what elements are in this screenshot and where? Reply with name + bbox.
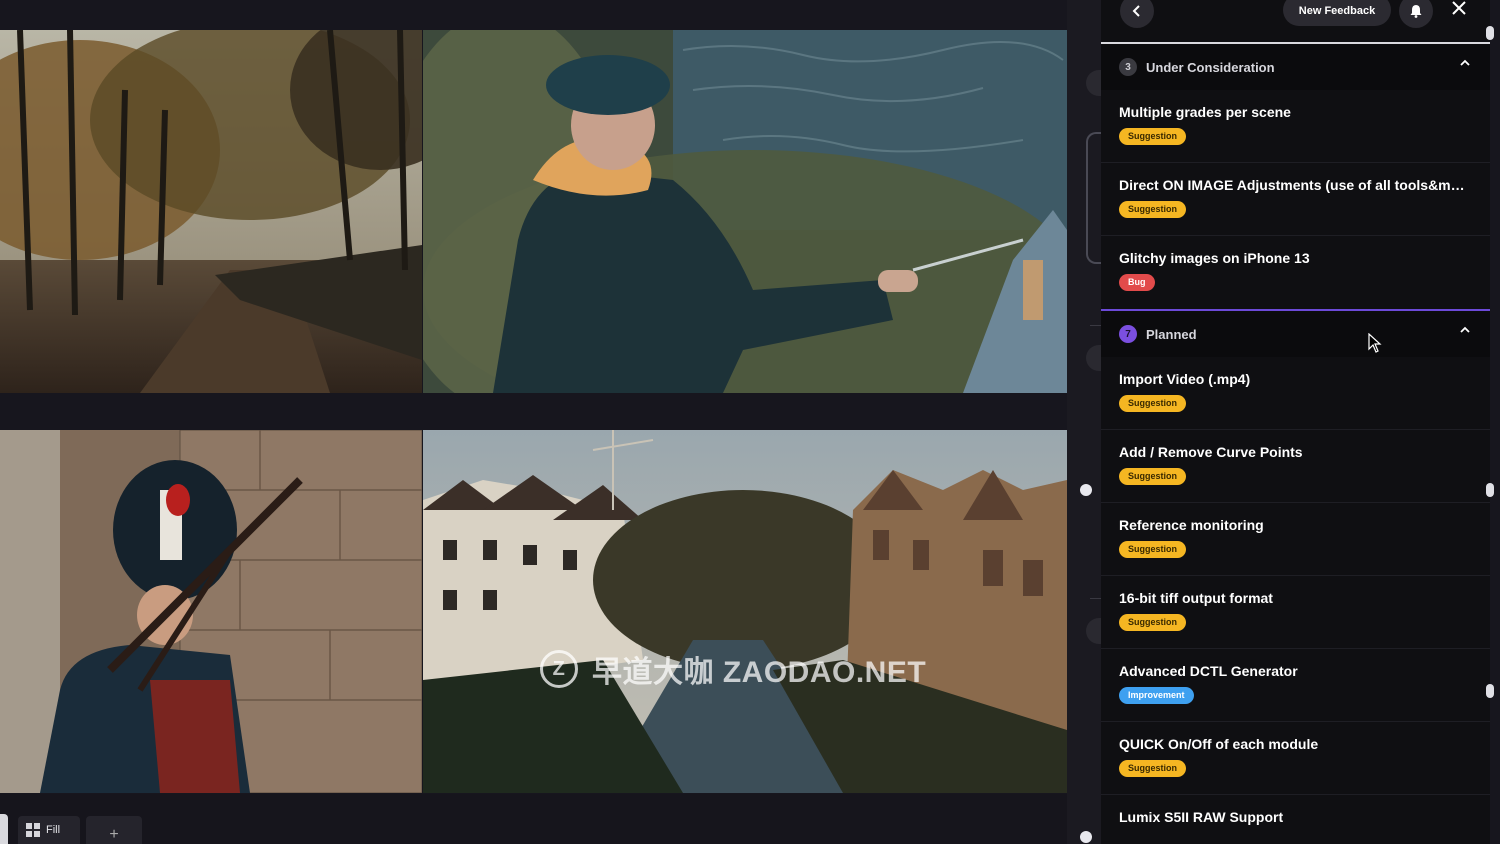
chevron-up-icon[interactable] — [1460, 58, 1470, 68]
tag-badge: Suggestion — [1119, 760, 1186, 777]
feedback-item[interactable]: Import Video (.mp4) Suggestion — [1101, 357, 1490, 430]
feedback-item-title: Import Video (.mp4) — [1119, 371, 1251, 387]
section-title: Under Consideration — [1146, 59, 1275, 75]
fill-layout-button[interactable]: Fill — [18, 816, 80, 844]
tag-badge: Suggestion — [1119, 128, 1186, 145]
tag-badge: Suggestion — [1119, 468, 1186, 485]
right-edge-handle[interactable] — [1486, 483, 1494, 497]
right-edge-handle[interactable] — [1486, 26, 1494, 40]
tag-badge: Suggestion — [1119, 541, 1186, 558]
right-edge-strip — [1490, 0, 1500, 844]
watermark-logo: Z — [540, 650, 578, 688]
chevron-up-icon[interactable] — [1460, 325, 1470, 335]
feedback-item[interactable]: Lumix S5II RAW Support — [1101, 795, 1490, 844]
add-tab-button[interactable]: + — [86, 816, 142, 844]
feedback-item-title: 16-bit tiff output format — [1119, 590, 1273, 606]
left-edge-handle[interactable] — [0, 814, 8, 844]
feedback-item-title: Advanced DCTL Generator — [1119, 663, 1298, 679]
feedback-item-title: Multiple grades per scene — [1119, 104, 1291, 120]
notifications-button[interactable] — [1399, 0, 1433, 28]
feedback-item-title: Direct ON IMAGE Adjustments (use of all … — [1119, 177, 1471, 193]
mouse-cursor-icon — [1368, 333, 1382, 353]
tag-badge: Suggestion — [1119, 395, 1186, 412]
feedback-panel: New Feedback 3 Under Consideration Multi… — [1101, 0, 1490, 844]
feedback-item-title: Lumix S5II RAW Support — [1119, 809, 1284, 825]
section-planned: 7 Planned Import Video (.mp4) Suggestion… — [1101, 309, 1490, 844]
bell-icon — [1410, 5, 1422, 18]
section-header-under-consideration[interactable]: 3 Under Consideration — [1101, 44, 1490, 90]
chevron-left-icon — [1132, 5, 1140, 17]
section-title: Planned — [1146, 326, 1197, 342]
feedback-item[interactable]: Direct ON IMAGE Adjustments (use of all … — [1101, 163, 1490, 236]
right-edge-handle[interactable] — [1486, 684, 1494, 698]
feedback-item[interactable]: 16-bit tiff output format Suggestion — [1101, 576, 1490, 649]
image-tile-forest-path[interactable] — [0, 30, 422, 393]
feedback-item-title: QUICK On/Off of each module — [1119, 736, 1319, 752]
panel-header: New Feedback — [1101, 0, 1490, 44]
tag-badge: Suggestion — [1119, 201, 1186, 218]
image-tile-bagpiper[interactable] — [0, 430, 422, 793]
feedback-item[interactable]: QUICK On/Off of each module Suggestion — [1101, 722, 1490, 795]
back-button[interactable] — [1120, 0, 1154, 28]
feedback-item-title: Glitchy images on iPhone 13 — [1119, 250, 1310, 266]
plus-icon: + — [109, 826, 119, 843]
slider-handle[interactable] — [1080, 484, 1092, 496]
feedback-item[interactable]: Add / Remove Curve Points Suggestion — [1101, 430, 1490, 503]
feedback-item-title: Reference monitoring — [1119, 517, 1264, 533]
watermark-text: 早道大咖 ZAODAO.NET — [592, 656, 927, 689]
section-count-badge: 3 — [1119, 58, 1137, 76]
feedback-item[interactable]: Reference monitoring Suggestion — [1101, 503, 1490, 576]
close-button[interactable] — [1451, 0, 1467, 22]
feedback-item-title: Add / Remove Curve Points — [1119, 444, 1303, 460]
fill-label: Fill — [46, 824, 61, 836]
tag-badge: Suggestion — [1119, 614, 1186, 631]
watermark: Z 早道大咖 ZAODAO.NET — [540, 648, 926, 690]
grid-layout-icon — [26, 823, 40, 837]
slider-handle[interactable] — [1080, 831, 1092, 843]
section-header-planned[interactable]: 7 Planned — [1101, 311, 1490, 357]
bottom-toolbar — [0, 794, 1100, 844]
image-tile-river-village[interactable] — [423, 430, 1067, 793]
feedback-item[interactable]: Glitchy images on iPhone 13 Bug — [1101, 236, 1490, 309]
close-icon — [1452, 1, 1466, 15]
feedback-item[interactable]: Multiple grades per scene Suggestion — [1101, 90, 1490, 163]
tag-badge: Improvement — [1119, 687, 1194, 704]
tag-badge: Bug — [1119, 274, 1155, 291]
new-feedback-button[interactable]: New Feedback — [1283, 0, 1391, 26]
section-under-consideration: 3 Under Consideration Multiple grades pe… — [1101, 44, 1490, 309]
section-count-badge: 7 — [1119, 325, 1137, 343]
image-tile-painter[interactable] — [423, 30, 1067, 393]
feedback-item[interactable]: Advanced DCTL Generator Improvement — [1101, 649, 1490, 722]
